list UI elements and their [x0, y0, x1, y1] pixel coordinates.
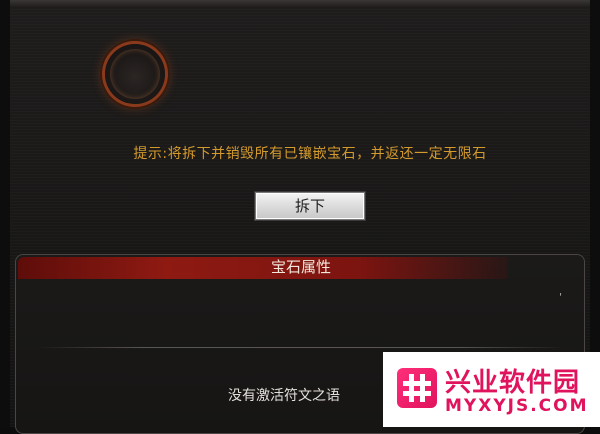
hash-logo-icon [397, 368, 437, 408]
watermark-url: MYXYJS.COM [445, 396, 589, 416]
remove-gem-button[interactable]: 拆下 [255, 192, 365, 220]
hint-text: 提示:将拆下并销毁所有已镶嵌宝石，并返还一定无限石 [133, 146, 487, 162]
attributes-title: 宝石属性 [270, 258, 331, 276]
attributes-divider [36, 347, 566, 348]
empty-rune-text: 没有激活符文之语 [228, 388, 340, 404]
watermark-name: 兴业软件园 [445, 368, 581, 398]
attribute-mark: ' [559, 292, 562, 303]
gem-slot-socket[interactable] [105, 44, 165, 104]
site-watermark: 兴业软件园 MYXYJS.COM [383, 352, 600, 427]
